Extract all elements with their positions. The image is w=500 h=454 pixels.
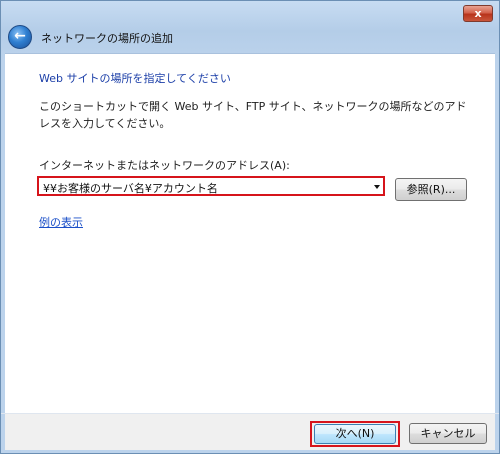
back-arrow-icon: ←: [14, 28, 26, 44]
next-button[interactable]: 次へ(N): [314, 424, 396, 444]
close-icon: x: [474, 7, 482, 20]
wizard-header: ← ネットワークの場所の追加: [5, 23, 495, 51]
show-examples-link[interactable]: 例の表示: [39, 214, 83, 230]
wizard-content: Web サイトの場所を指定してください このショートカットで開く Web サイト…: [5, 53, 495, 414]
chevron-down-icon[interactable]: [374, 185, 380, 189]
page-heading: Web サイトの場所を指定してください: [39, 72, 231, 85]
address-value[interactable]: ¥¥お客様のサーバ名¥アカウント名: [43, 180, 218, 196]
window-title: ネットワークの場所の追加: [41, 32, 173, 45]
address-label: インターネットまたはネットワークのアドレス(A):: [39, 159, 290, 172]
next-button-highlight: 次へ(N): [310, 421, 400, 447]
instructions-text: このショートカットで開く Web サイト、FTP サイト、ネットワークの場所など…: [39, 100, 467, 130]
close-button[interactable]: x: [463, 5, 493, 22]
cancel-button[interactable]: キャンセル: [409, 423, 487, 444]
wizard-window: x ← ネットワークの場所の追加 Web サイトの場所を指定してください このシ…: [0, 0, 500, 454]
address-combobox[interactable]: ¥¥お客様のサーバ名¥アカウント名: [37, 176, 385, 196]
browse-button[interactable]: 参照(R)...: [395, 178, 467, 201]
wizard-footer: 次へ(N) キャンセル: [5, 414, 495, 450]
back-button[interactable]: ←: [8, 25, 32, 49]
title-bar: [1, 1, 499, 11]
